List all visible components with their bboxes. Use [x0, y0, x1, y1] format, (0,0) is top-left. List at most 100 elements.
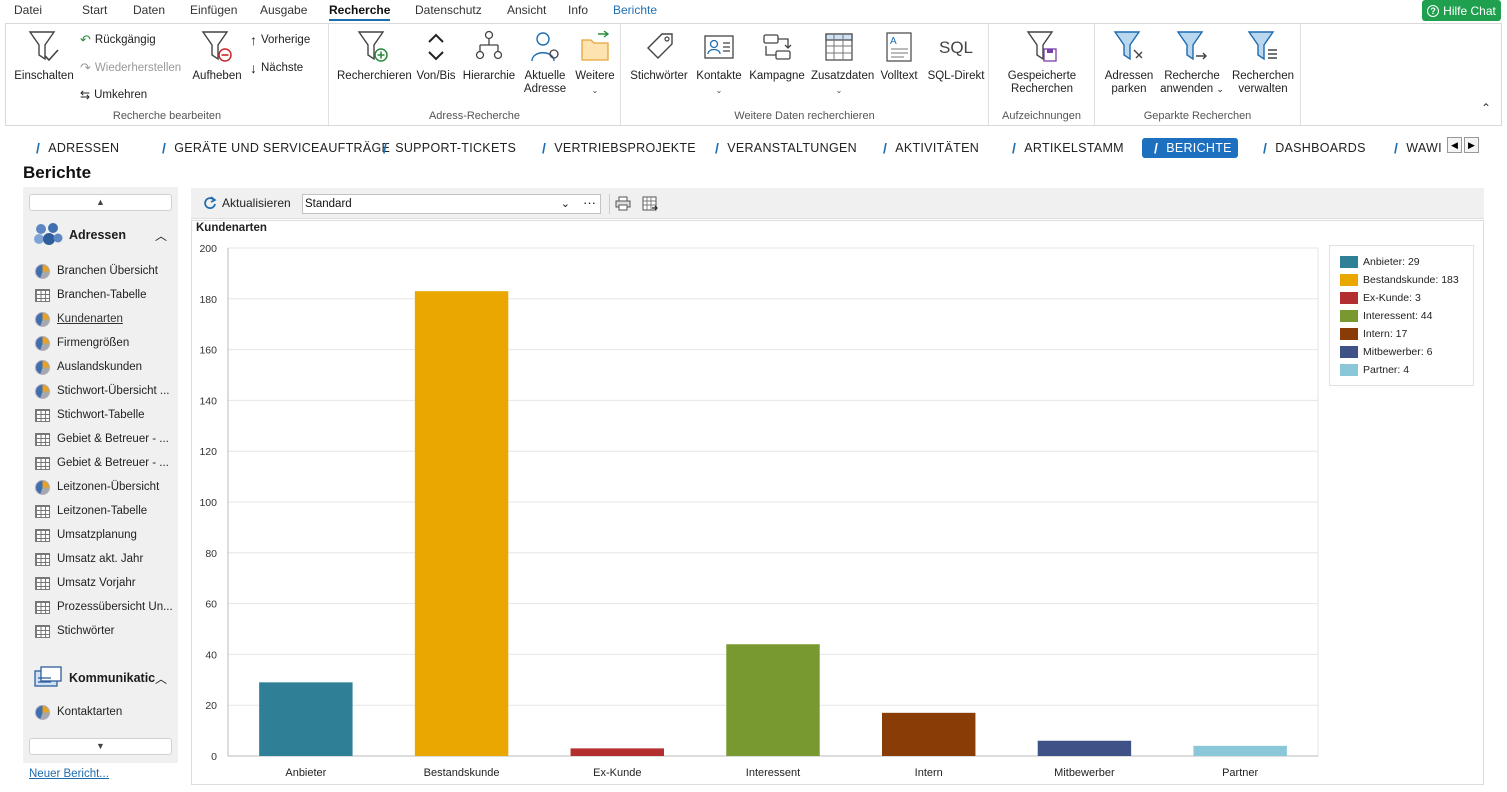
- tab-aktivitaeten[interactable]: / AKTIVITÄTEN: [883, 138, 979, 158]
- chevron-up-icon[interactable]: ︿: [155, 670, 167, 687]
- report-item-kontaktarten[interactable]: Kontaktarten: [35, 703, 175, 721]
- menu-berichte[interactable]: Berichte: [613, 3, 657, 17]
- menu-bar: Datei Start Daten Einfügen Ausgabe Reche…: [0, 0, 1507, 22]
- menu-datei[interactable]: Datei: [14, 3, 42, 17]
- stichwoerter-button[interactable]: Stichwörter: [629, 28, 689, 83]
- legend-item: Partner: 4: [1340, 364, 1409, 376]
- hierarchie-button[interactable]: Hierarchie: [462, 28, 516, 83]
- menu-einfuegen[interactable]: Einfügen: [190, 3, 237, 17]
- rueckgaengig-button[interactable]: ↶ Rückgängig: [80, 32, 156, 48]
- tab-scroll-right-icon[interactable]: ▶: [1464, 137, 1479, 153]
- section-adressen[interactable]: Adressen ︿: [33, 221, 167, 249]
- recherchieren-button[interactable]: Recherchieren: [337, 28, 412, 83]
- recherchen-verwalten-button[interactable]: Recherchen verwalten: [1231, 28, 1295, 96]
- table-icon: [35, 456, 50, 470]
- scroll-up-button[interactable]: ▲: [29, 194, 172, 211]
- print-button[interactable]: [615, 196, 631, 214]
- menu-daten[interactable]: Daten: [133, 3, 165, 17]
- tab-geraete[interactable]: / GERÄTE UND SERVICEAUFTRÄGE: [162, 138, 390, 158]
- group-weitere-daten: Stichwörter Kontakte ⌄ Kampagne Zusatzda…: [621, 24, 989, 125]
- report-item-leitzonen-tabelle[interactable]: Leitzonen-Tabelle: [35, 502, 175, 520]
- chevron-up-icon[interactable]: ︿: [155, 227, 167, 244]
- x-tick-label: Partner: [1222, 767, 1258, 779]
- tab-support-tickets[interactable]: / SUPPORT-TICKETS: [383, 138, 516, 158]
- recherche-anwenden-button[interactable]: Recherche anwenden ⌄: [1159, 28, 1225, 96]
- more-options-button[interactable]: ···: [583, 195, 596, 210]
- tab-berichte[interactable]: / BERICHTE: [1142, 138, 1238, 158]
- scroll-down-button[interactable]: ▼: [29, 738, 172, 755]
- view-select[interactable]: Standard ⌄ ···: [302, 194, 601, 214]
- addresses-group-icon: [34, 223, 63, 245]
- new-report-link[interactable]: Neuer Bericht...: [29, 768, 109, 780]
- adressen-parken-button[interactable]: Adressen parken: [1101, 28, 1157, 96]
- report-item-gebiet-betreuer-2[interactable]: Gebiet & Betreuer - ...: [35, 454, 175, 472]
- kampagne-button[interactable]: Kampagne: [749, 28, 805, 83]
- chart-legend: Anbieter: 29 Bestandskunde: 183 Ex-Kunde: …: [1329, 245, 1474, 386]
- menu-start[interactable]: Start: [82, 3, 107, 17]
- report-item-umsatz-akt-jahr[interactable]: Umsatz akt. Jahr: [35, 550, 175, 568]
- gespeicherte-recherchen-button[interactable]: Gespeicherte Recherchen: [999, 28, 1085, 96]
- group-adress-recherche: Recherchieren Von/Bis Hierarchie Aktuell…: [329, 24, 621, 125]
- volltext-button[interactable]: A Volltext: [875, 28, 923, 83]
- legend-item: Bestandskunde: 183: [1340, 274, 1459, 286]
- menu-info[interactable]: Info: [568, 3, 588, 17]
- wiederherstellen-button[interactable]: ↷ Wiederherstellen: [80, 60, 181, 76]
- vorherige-button[interactable]: ↑ Vorherige: [250, 32, 310, 48]
- tab-adressen[interactable]: / ADRESSEN: [36, 138, 119, 158]
- legend-label: Intern: 17: [1363, 328, 1408, 340]
- filter-pin-icon: [1113, 31, 1143, 61]
- tab-dashboards[interactable]: / DASHBOARDS: [1263, 138, 1366, 158]
- report-item-kundenarten[interactable]: Kundenarten: [35, 310, 175, 328]
- report-item-firmengroessen[interactable]: Firmengrößen: [35, 334, 175, 352]
- table-icon: [35, 408, 50, 422]
- aktuelle-adresse-button[interactable]: Aktuelle Adresse: [520, 28, 570, 96]
- x-tick-label: Intern: [915, 767, 943, 779]
- umkehren-button[interactable]: ⇆ Umkehren: [80, 88, 147, 102]
- report-item-auslandskunden[interactable]: Auslandskunden: [35, 358, 175, 376]
- y-tick-label: 160: [199, 345, 217, 357]
- report-item-branchen-uebersicht[interactable]: Branchen Übersicht: [35, 262, 175, 280]
- menu-datenschutz[interactable]: Datenschutz: [415, 3, 482, 17]
- tab-scroll-left-icon[interactable]: ◀: [1447, 137, 1462, 153]
- kontakte-button[interactable]: Kontakte ⌄: [695, 28, 743, 97]
- undo-icon: ↶: [80, 32, 91, 47]
- chevron-down-icon[interactable]: ⌄: [561, 197, 570, 210]
- naechste-button[interactable]: ↓ Nächste: [250, 60, 303, 76]
- report-item-stichwort-uebersicht[interactable]: Stichwort-Übersicht ...: [35, 382, 175, 400]
- export-button[interactable]: [642, 196, 658, 215]
- einschalten-button[interactable]: Einschalten: [14, 28, 74, 83]
- y-tick-label: 120: [199, 446, 217, 458]
- group-aufzeichnungen: Gespeicherte Recherchen Aufzeichnungen: [989, 24, 1095, 125]
- report-item-stichwort-tabelle[interactable]: Stichwort-Tabelle: [35, 406, 175, 424]
- tab-wawi[interactable]: / WAWI: [1394, 138, 1442, 158]
- report-item-umsatzplanung[interactable]: Umsatzplanung: [35, 526, 175, 544]
- aufheben-button[interactable]: Aufheben: [188, 28, 246, 83]
- pie-chart-icon: [35, 359, 50, 375]
- refresh-button[interactable]: Aktualisieren: [203, 196, 291, 210]
- report-item-branchen-tabelle[interactable]: Branchen-Tabelle: [35, 286, 175, 304]
- tab-veranstaltungen[interactable]: / VERANSTALTUNGEN: [715, 138, 857, 158]
- report-item-gebiet-betreuer-1[interactable]: Gebiet & Betreuer - ...: [35, 430, 175, 448]
- vonbis-button[interactable]: Von/Bis: [415, 28, 457, 83]
- menu-recherche[interactable]: Recherche: [329, 3, 391, 21]
- menu-ansicht[interactable]: Ansicht: [507, 3, 546, 17]
- weitere-button[interactable]: Weitere ⌄: [572, 28, 618, 97]
- report-item-leitzonen-uebersicht[interactable]: Leitzonen-Übersicht: [35, 478, 175, 496]
- pie-chart-icon: [35, 383, 50, 399]
- legend-swatch: [1340, 328, 1358, 340]
- report-item-prozessuebersicht[interactable]: Prozessübersicht Un...: [35, 598, 175, 616]
- menu-ausgabe[interactable]: Ausgabe: [260, 3, 307, 17]
- help-chat-button[interactable]: ? Hilfe Chat: [1422, 0, 1501, 21]
- y-tick-label: 80: [205, 548, 217, 560]
- section-kommunikation[interactable]: Kommunikatic ︿: [33, 665, 167, 691]
- arrow-down-icon: ↓: [250, 60, 257, 76]
- sql-direkt-button[interactable]: SQL SQL-Direkt: [927, 28, 985, 83]
- report-item-umsatz-vorjahr[interactable]: Umsatz Vorjahr: [35, 574, 175, 592]
- filter-remove-icon: [201, 31, 232, 62]
- report-item-stichwoerter[interactable]: Stichwörter: [35, 622, 175, 640]
- tab-vertriebsprojekte[interactable]: / VERTRIEBSPROJEKTE: [542, 138, 696, 158]
- collapse-ribbon-icon[interactable]: ⌃: [1481, 101, 1491, 115]
- tab-artikelstamm[interactable]: / ARTIKELSTAMM: [1012, 138, 1124, 158]
- legend-label: Anbieter: 29: [1363, 256, 1420, 268]
- zusatzdaten-button[interactable]: Zusatzdaten ⌄: [811, 28, 874, 97]
